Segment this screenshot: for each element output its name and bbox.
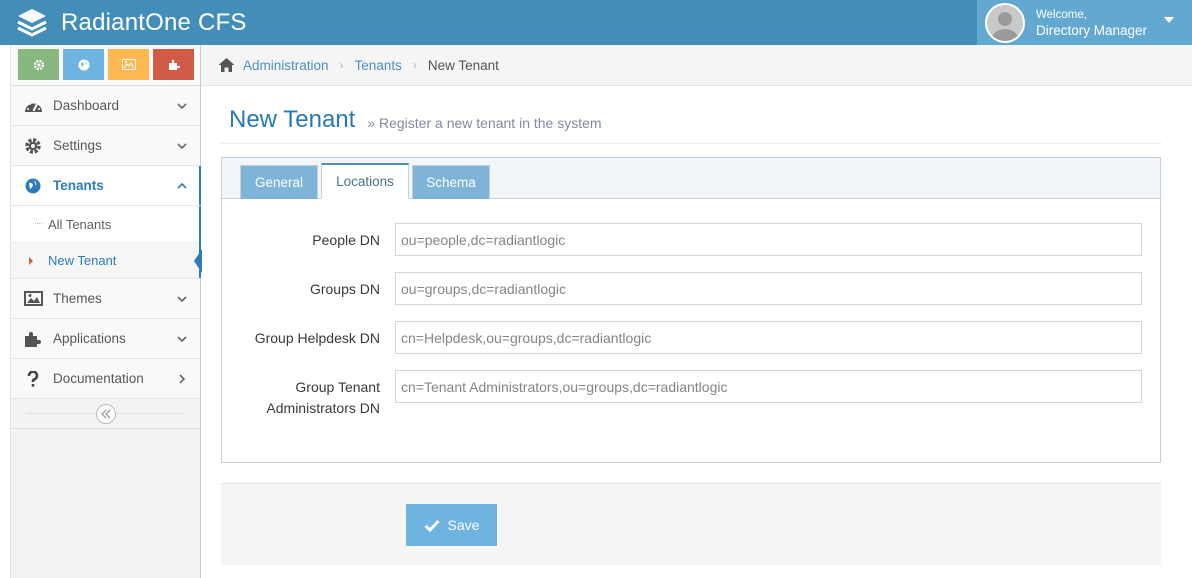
shortcut-settings-button[interactable] bbox=[18, 49, 59, 80]
picture-icon bbox=[121, 59, 136, 70]
breadcrumb-administration[interactable]: Administration bbox=[243, 58, 329, 73]
label-line-1: Group Tenant bbox=[295, 379, 380, 395]
breadcrumb-current: New Tenant bbox=[427, 57, 499, 73]
top-navbar: RadiantOne CFS Welcome, Directory Manage… bbox=[0, 0, 1192, 45]
sidebar: Dashboard Settings Tenants All Tenants N… bbox=[10, 45, 202, 578]
user-name: Directory Manager bbox=[1036, 22, 1148, 38]
page-subtitle: » Register a new tenant in the system bbox=[367, 115, 601, 131]
globe-icon bbox=[78, 59, 89, 70]
group-helpdesk-dn-label: Group Helpdesk DN bbox=[254, 330, 380, 346]
sidebar-item-label: Themes bbox=[53, 291, 102, 306]
form-actions: Save bbox=[221, 483, 1161, 565]
tenant-form-tabs: General Locations Schema People DN Group… bbox=[221, 157, 1161, 463]
sidebar-subitem-label: All Tenants bbox=[48, 216, 112, 232]
question-icon bbox=[27, 370, 39, 387]
chevron-down-icon bbox=[177, 143, 187, 150]
caret-down-icon[interactable] bbox=[1164, 17, 1174, 23]
groups-dn-input[interactable] bbox=[395, 272, 1142, 305]
collapse-sidebar-button[interactable] bbox=[95, 403, 116, 424]
chevron-right-icon: › bbox=[339, 58, 344, 72]
tenants-submenu: All Tenants New Tenant bbox=[11, 206, 202, 279]
sidebar-item-label: Documentation bbox=[53, 371, 144, 386]
welcome-text: Welcome, bbox=[1036, 8, 1087, 21]
chevron-down-icon bbox=[177, 296, 187, 303]
gear-icon bbox=[25, 137, 41, 154]
save-button[interactable]: Save bbox=[406, 504, 497, 546]
save-button-label: Save bbox=[447, 517, 480, 533]
sidebar-collapse-bar bbox=[11, 399, 200, 429]
chevron-right-icon: › bbox=[412, 58, 417, 72]
app-title: RadiantOne CFS bbox=[61, 9, 247, 36]
sidebar-subitem-label: New Tenant bbox=[48, 253, 117, 268]
sidebar-item-themes[interactable]: Themes bbox=[11, 279, 200, 319]
sidebar-subitem-all-tenants[interactable]: All Tenants bbox=[11, 206, 200, 242]
shortcut-themes-button[interactable] bbox=[108, 49, 149, 80]
picture-icon bbox=[23, 291, 43, 306]
brand[interactable]: RadiantOne CFS bbox=[16, 6, 247, 40]
double-angle-right-icon: » bbox=[367, 115, 379, 131]
page-title: New Tenant bbox=[229, 106, 356, 133]
breadcrumb: Administration › Tenants › New Tenant bbox=[201, 45, 1192, 86]
caret-right-icon bbox=[29, 257, 33, 265]
chevron-right-icon bbox=[179, 374, 186, 384]
group-tenant-admins-dn-input[interactable] bbox=[395, 370, 1142, 403]
group-tenant-admins-dn-label: Group Tenant Administrators DN bbox=[266, 377, 380, 419]
tab-bar: General Locations Schema bbox=[222, 158, 1160, 199]
chevron-down-icon bbox=[177, 103, 187, 110]
shortcut-tenants-button[interactable] bbox=[63, 49, 104, 80]
cog-icon bbox=[33, 59, 44, 70]
sidebar-item-applications[interactable]: Applications bbox=[11, 319, 200, 359]
people-dn-input[interactable] bbox=[395, 223, 1142, 256]
check-icon bbox=[424, 519, 440, 532]
layers-icon bbox=[17, 9, 47, 37]
shortcut-applications-button[interactable] bbox=[153, 49, 194, 80]
people-dn-label: People DN bbox=[312, 232, 380, 248]
home-icon[interactable] bbox=[218, 57, 235, 73]
puzzle-icon bbox=[168, 59, 180, 70]
sidebar-item-label: Applications bbox=[53, 331, 126, 346]
sidebar-item-label: Dashboard bbox=[53, 98, 120, 113]
groups-dn-label: Groups DN bbox=[309, 281, 380, 297]
user-avatar bbox=[985, 2, 1025, 43]
page-header: New Tenant » Register a new tenant in th… bbox=[221, 97, 1161, 144]
sidebar-shortcuts bbox=[11, 45, 200, 86]
sidebar-item-settings[interactable]: Settings bbox=[11, 126, 200, 166]
sidebar-subitem-new-tenant[interactable]: New Tenant bbox=[11, 242, 202, 278]
sidebar-item-tenants[interactable]: Tenants bbox=[11, 166, 201, 206]
sidebar-item-dashboard[interactable]: Dashboard bbox=[11, 86, 200, 126]
chevron-down-icon bbox=[177, 336, 187, 343]
label-line-2: Administrators DN bbox=[266, 400, 380, 416]
page-subtitle-text: Register a new tenant in the system bbox=[379, 115, 602, 131]
user-menu[interactable]: Welcome, Directory Manager bbox=[977, 0, 1192, 45]
sidebar-item-label: Tenants bbox=[53, 178, 104, 193]
double-chevron-left-icon bbox=[100, 409, 110, 418]
group-helpdesk-dn-input[interactable] bbox=[395, 321, 1142, 354]
chevron-up-icon bbox=[177, 182, 187, 189]
puzzle-icon bbox=[25, 331, 41, 347]
globe-icon bbox=[25, 178, 41, 193]
active-pointer bbox=[194, 249, 202, 273]
breadcrumb-tenants[interactable]: Tenants bbox=[355, 58, 402, 73]
dashboard-icon bbox=[24, 102, 42, 112]
tab-general[interactable]: General bbox=[240, 165, 318, 199]
sidebar-item-label: Settings bbox=[53, 138, 102, 153]
sidebar-item-documentation[interactable]: Documentation bbox=[11, 359, 200, 399]
tab-schema[interactable]: Schema bbox=[412, 165, 490, 199]
tab-locations[interactable]: Locations bbox=[321, 163, 409, 199]
